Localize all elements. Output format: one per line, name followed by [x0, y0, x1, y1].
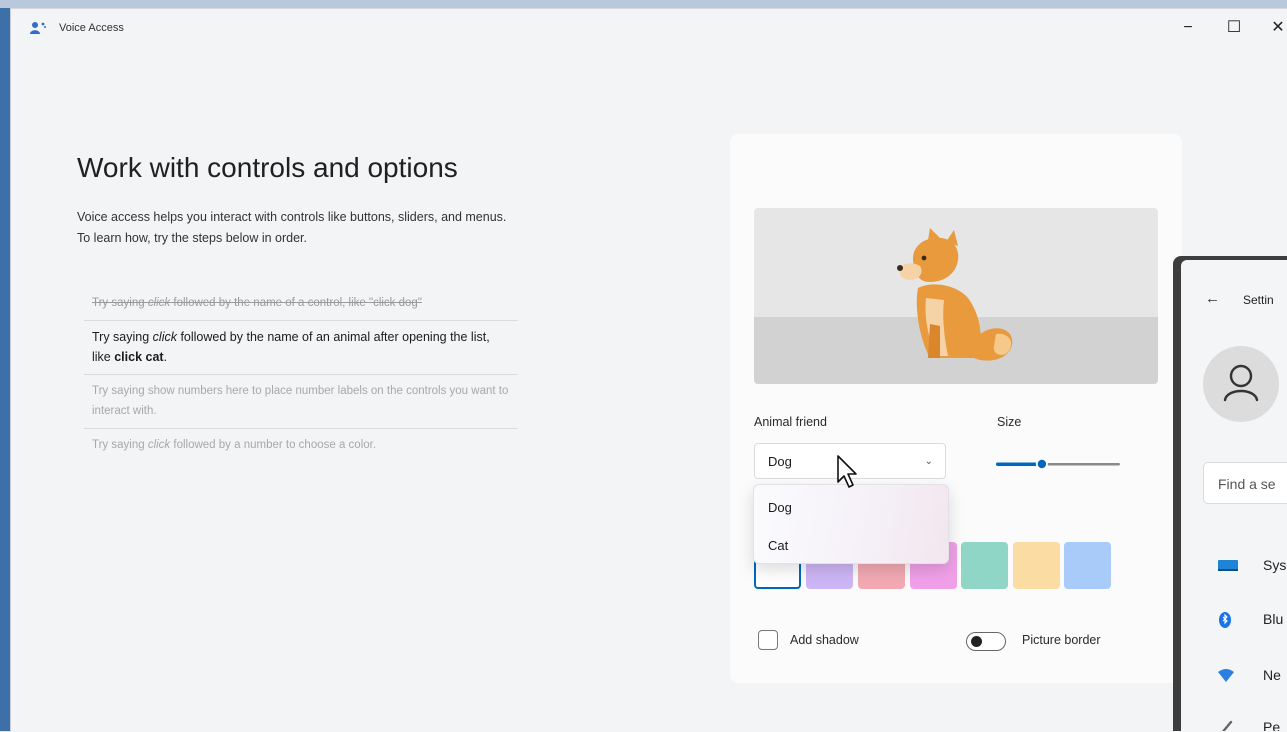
animal-friend-label: Animal friend [754, 415, 827, 429]
step-item-current: Try saying click followed by the name of… [84, 321, 518, 375]
settings-nav-item-personalization[interactable]: Pe [1217, 716, 1287, 731]
animal-dropdown-list: Dog Cat [753, 484, 949, 564]
dropdown-option-cat[interactable]: Cat [768, 538, 788, 553]
steps-list: Try saying click followed by the name of… [84, 287, 518, 462]
page-title: Work with controls and options [77, 152, 458, 183]
close-button[interactable]: ✕ [1263, 15, 1287, 41]
step-item-completed: Try saying click followed by the name of… [84, 287, 518, 321]
minimize-button[interactable]: − [1173, 15, 1203, 41]
title-bar: Voice Access − ☐ ✕ [11, 9, 1287, 47]
color-swatch[interactable] [961, 542, 1008, 589]
desktop-background-strip [0, 0, 10, 731]
maximize-button[interactable]: ☐ [1219, 15, 1249, 41]
add-shadow-checkbox[interactable] [758, 630, 778, 650]
back-arrow-icon[interactable]: ← [1205, 290, 1220, 307]
settings-content: ← Settin Find a se Sys Blu Ne Pe [1181, 260, 1287, 731]
chevron-down-icon: ⌄ [924, 456, 933, 467]
step-item-upcoming: Try saying click followed by a number to… [92, 439, 377, 451]
voice-access-window: Voice Access − ☐ ✕ Work with controls an… [10, 8, 1287, 732]
nav-item-label: Sys [1263, 557, 1287, 573]
settings-nav-item-bluetooth[interactable]: Blu [1217, 608, 1287, 632]
desktop-top-strip [0, 0, 1287, 8]
slider-fill [996, 462, 1042, 466]
mouse-pointer-icon [837, 455, 857, 488]
add-shadow-label: Add shadow [790, 633, 859, 647]
bluetooth-icon [1219, 612, 1231, 628]
search-placeholder: Find a se [1218, 476, 1276, 492]
size-label: Size [997, 415, 1022, 429]
settings-window: ← Settin Find a se Sys Blu Ne Pe [1173, 256, 1287, 731]
settings-title: Settin [1243, 293, 1274, 307]
toggle-knob [971, 636, 982, 647]
page-description: Voice access helps you interact with con… [77, 210, 507, 245]
slider-thumb [1037, 459, 1047, 469]
color-swatch[interactable] [1064, 542, 1111, 589]
picture-border-toggle[interactable] [966, 632, 1006, 651]
person-icon [1223, 364, 1259, 402]
nav-item-label: Ne [1263, 667, 1281, 683]
dog-illustration [897, 228, 1013, 361]
step-item-upcoming: Try saying show numbers here to place nu… [84, 375, 518, 429]
wifi-icon [1218, 669, 1234, 682]
avatar[interactable] [1203, 346, 1279, 422]
practice-panel: Animal friend Size Dog ⌄ Add shadow Pict… [730, 134, 1182, 683]
nav-item-label: Blu [1263, 611, 1284, 627]
dropdown-option-dog[interactable]: Dog [768, 500, 792, 515]
size-slider[interactable] [996, 458, 1120, 470]
settings-nav-item-network[interactable]: Ne [1217, 664, 1287, 688]
settings-search-input[interactable]: Find a se [1203, 462, 1287, 504]
animal-preview [754, 208, 1158, 384]
window-title: Voice Access [59, 22, 124, 34]
voice-access-app-icon [30, 22, 46, 34]
settings-nav-item-system[interactable]: Sys [1217, 554, 1287, 578]
brush-icon [1221, 720, 1233, 731]
picture-border-label: Picture border [1022, 633, 1101, 647]
nav-item-label: Pe [1263, 719, 1281, 731]
color-swatch[interactable] [1013, 542, 1060, 589]
system-display-icon [1218, 560, 1238, 571]
combobox-selected-value: Dog [768, 454, 792, 469]
